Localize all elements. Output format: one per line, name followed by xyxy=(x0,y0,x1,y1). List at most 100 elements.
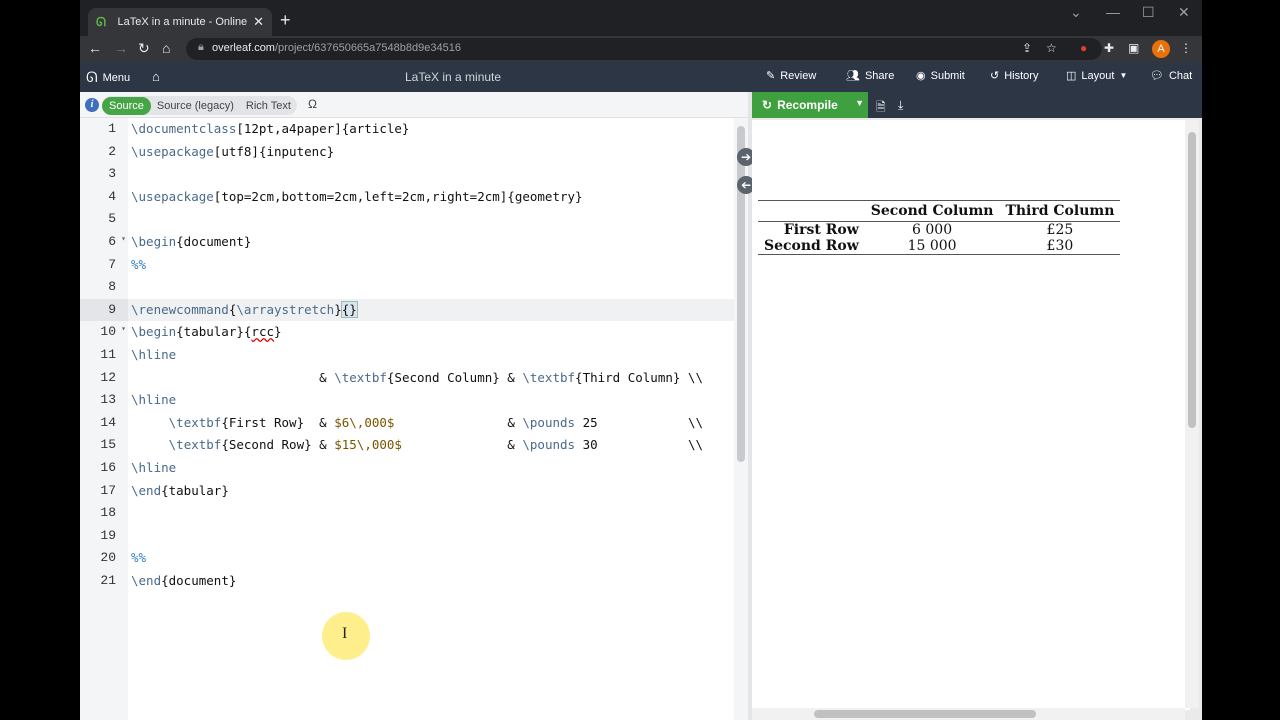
line-number: 13 xyxy=(80,389,128,412)
layout-button[interactable]: ◫ Layout ▼ xyxy=(1066,69,1128,83)
mode-rich-text[interactable]: Rich Text xyxy=(240,100,297,112)
code-line[interactable]: \hline xyxy=(131,389,176,412)
pdf-viewer[interactable]: Second Column Third Column First Row 6 0… xyxy=(752,118,1202,720)
forward-icon[interactable]: → xyxy=(114,40,128,56)
menu-label: Menu xyxy=(102,71,131,84)
code-line[interactable]: \end{document} xyxy=(131,570,236,593)
table-cell: First Row xyxy=(783,222,859,238)
chrome-menu-icon[interactable]: ⋮ xyxy=(1180,41,1192,55)
mode-source-legacy[interactable]: Source (legacy) xyxy=(151,100,240,112)
line-number: 9 xyxy=(80,298,128,322)
side-panel-icon[interactable]: ▣ xyxy=(1128,41,1139,55)
download-icon[interactable]: ⤓ xyxy=(898,98,903,113)
fold-toggle-icon[interactable]: ▾ xyxy=(121,234,126,244)
overleaf-toolbar: ᘏ Menu ⌂ LaTeX in a minute ✎ Review 👥︎ S… xyxy=(80,62,1202,92)
line-number-text: 18 xyxy=(100,505,116,521)
line-number-text: 9 xyxy=(108,301,116,317)
code-line[interactable]: & \textbf{Second Column} & \textbf{Third… xyxy=(131,367,703,390)
pdf-vscroll-thumb[interactable] xyxy=(1188,132,1196,428)
share-page-icon[interactable]: ⇪ xyxy=(1022,41,1032,55)
back-icon[interactable]: ← xyxy=(88,40,102,56)
line-number: 12 xyxy=(80,367,128,390)
chat-button[interactable]: 💬︎ Chat xyxy=(1150,69,1193,83)
new-tab-icon[interactable]: + xyxy=(280,10,291,31)
review-button[interactable]: ✎ Review xyxy=(766,69,817,83)
table-header-cell: Third Column xyxy=(999,200,1121,222)
url-field[interactable]: 🔒︎ overleaf.com/project/637650665a7548b8… xyxy=(186,38,1102,60)
url-path: /project/637650665a7548b8d9e34516 xyxy=(274,42,461,54)
pdf-horizontal-scrollbar[interactable] xyxy=(752,708,1185,720)
line-number: 10 ▾ xyxy=(80,321,128,344)
line-number: 11 xyxy=(80,344,128,367)
code-line[interactable]: %% xyxy=(131,254,146,277)
layout-icon: ◫ xyxy=(1066,70,1077,82)
overleaf-logo-icon: ᘏ xyxy=(86,69,98,85)
document-icon[interactable]: 🗎︎ xyxy=(876,98,886,119)
line-number-text: 8 xyxy=(108,279,116,295)
caret-down-icon: ▼ xyxy=(1119,71,1128,80)
home-button[interactable]: ⌂ xyxy=(152,69,160,84)
line-number-text: 20 xyxy=(100,550,116,566)
profile-avatar[interactable]: A xyxy=(1152,40,1170,58)
fold-toggle-icon[interactable]: ▾ xyxy=(121,324,126,334)
submit-button[interactable]: ◉ Submit xyxy=(916,69,965,83)
line-number-text: 10 xyxy=(100,324,116,340)
pdf-hscroll-thumb[interactable] xyxy=(814,710,1036,718)
code-line[interactable]: \textbf{First Row} & $6\,000$ & \pounds … xyxy=(131,412,703,435)
pdf-page: Second Column Third Column First Row 6 0… xyxy=(752,120,1190,710)
history-icon: ↺ xyxy=(990,70,1000,82)
line-number: 21 xyxy=(80,570,128,593)
line-number-text: 2 xyxy=(108,143,116,159)
close-tab-icon[interactable]: ✕ xyxy=(253,14,264,30)
code-line[interactable]: \hline xyxy=(131,457,176,480)
chat-label: Chat xyxy=(1168,69,1193,82)
code-line[interactable]: \usepackage[top=2cm,bottom=2cm,left=2cm,… xyxy=(131,186,583,209)
recompile-dropdown-icon[interactable]: ▼ xyxy=(855,98,864,108)
history-button[interactable]: ↺ History xyxy=(990,69,1038,83)
line-number: 3 xyxy=(80,163,128,186)
table-cell: Second Row xyxy=(764,238,859,254)
chevron-down-icon[interactable]: ⌄ xyxy=(1070,4,1082,21)
pdf-vertical-scrollbar[interactable] xyxy=(1185,120,1199,708)
editor-scrollbar[interactable] xyxy=(734,118,748,720)
close-window-icon[interactable]: ✕ xyxy=(1178,4,1190,21)
line-number: 15 xyxy=(80,434,128,457)
reload-icon[interactable]: ↻ xyxy=(138,40,150,57)
symbol-palette-icon[interactable]: Ω xyxy=(308,97,317,111)
code-line[interactable]: \usepackage[utf8]{inputenc} xyxy=(131,141,334,164)
info-icon[interactable]: i xyxy=(85,98,99,112)
minimize-icon[interactable]: — xyxy=(1106,4,1120,20)
line-number-text: 6 xyxy=(108,234,116,249)
line-number-text: 15 xyxy=(100,437,116,453)
lock-icon: 🔒︎ xyxy=(198,41,204,53)
code-line[interactable]: \documentclass[12pt,a4paper]{article} xyxy=(131,118,409,141)
code-line[interactable]: \renewcommand{\arraystretch}{} xyxy=(131,299,358,322)
compiled-table: Second Column Third Column First Row 6 0… xyxy=(758,200,1121,255)
line-number-text: 3 xyxy=(108,166,116,182)
recompile-button[interactable]: ↻ Recompile ▼ xyxy=(752,92,868,118)
bookmark-star-icon[interactable]: ☆ xyxy=(1046,41,1057,55)
table-row: Second Row 15 000 £30 xyxy=(758,238,1120,255)
share-button[interactable]: 👥︎ Share xyxy=(846,69,894,83)
users-icon: 👥︎ xyxy=(846,70,860,82)
code-line[interactable]: \end{tabular} xyxy=(131,480,229,503)
code-line[interactable]: %% xyxy=(131,547,146,570)
line-number: 14 xyxy=(80,412,128,435)
mode-source[interactable]: Source xyxy=(102,96,151,115)
maximize-icon[interactable]: ☐ xyxy=(1142,4,1155,21)
table-cell: 15 000 xyxy=(907,238,957,254)
line-number-text: 12 xyxy=(100,369,116,385)
code-editor[interactable]: \documentclass[12pt,a4paper]{article} \us… xyxy=(128,118,734,720)
code-line[interactable]: \textbf{Second Row} & $15\,000$ & \pound… xyxy=(131,434,703,457)
review-label: Review xyxy=(780,69,817,82)
menu-button[interactable]: ᘏ Menu xyxy=(86,69,130,86)
project-title[interactable]: LaTeX in a minute xyxy=(405,70,501,84)
code-line[interactable]: \begin{document} xyxy=(131,231,251,254)
code-line[interactable]: \hline xyxy=(131,344,176,367)
home-icon[interactable]: ⌂ xyxy=(162,40,170,56)
code-line[interactable]: \begin{tabular}{rcc} xyxy=(131,321,282,344)
browser-tab[interactable]: ᘏ LaTeX in a minute - Online LaTeX ✕ xyxy=(88,8,272,36)
extension-record-icon[interactable]: ● xyxy=(1080,41,1087,55)
line-number: 6 ▾ xyxy=(80,231,128,254)
extensions-puzzle-icon[interactable]: ✚ xyxy=(1104,41,1114,55)
